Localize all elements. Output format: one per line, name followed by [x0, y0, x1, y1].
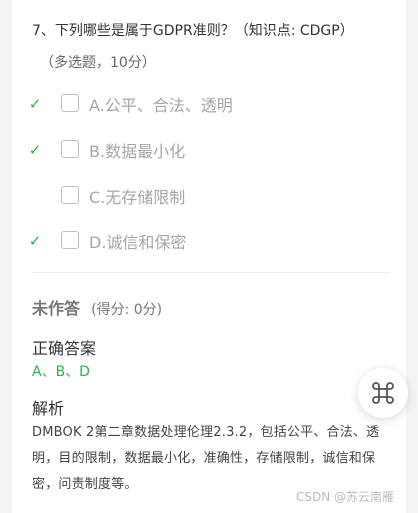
option-label: A.公平、合法、透明 [89, 96, 233, 115]
option-d[interactable]: ✓ D.诚信和保密 [12, 226, 406, 256]
status-text: 未作答 [32, 299, 81, 318]
option-label: D.诚信和保密 [89, 233, 187, 252]
question-title: 7、下列哪些是属于GDPR准则？（知识点: CDGP） [32, 23, 354, 39]
analysis-heading: 解析 [32, 399, 65, 418]
answer-heading: 正确答案 [32, 339, 97, 358]
check-icon: ✓ [28, 141, 42, 159]
answer-value: A、B、D [32, 364, 90, 380]
command-button[interactable] [358, 368, 408, 418]
checkbox[interactable] [61, 94, 79, 112]
command-icon [372, 382, 394, 404]
question-type: （多选题，10分） [40, 55, 156, 71]
checkbox[interactable] [61, 231, 79, 249]
divider [32, 272, 390, 273]
watermark: CSDN @苏云南雁 [296, 490, 395, 504]
check-icon: ✓ [28, 95, 42, 113]
option-b[interactable]: ✓ B.数据最小化 [12, 135, 406, 165]
result-status: 未作答 (得分: 0分) [32, 295, 162, 319]
option-c[interactable]: C.无存储限制 [12, 181, 406, 211]
checkbox[interactable] [61, 186, 79, 204]
option-label: C.无存储限制 [89, 188, 186, 207]
analysis-text: DMBOK 2第二章数据处理伦理2.3.2，包括公平、合法、透明，目的限制，数据… [32, 425, 380, 492]
checkbox[interactable] [61, 140, 79, 158]
option-a[interactable]: ✓ A.公平、合法、透明 [12, 89, 406, 119]
question-card: 7、下列哪些是属于GDPR准则？（知识点: CDGP） （多选题，10分） ✓ … [12, 0, 406, 513]
option-label: B.数据最小化 [89, 142, 186, 161]
check-icon: ✓ [28, 232, 42, 250]
score-text: (得分: 0分) [91, 302, 163, 318]
